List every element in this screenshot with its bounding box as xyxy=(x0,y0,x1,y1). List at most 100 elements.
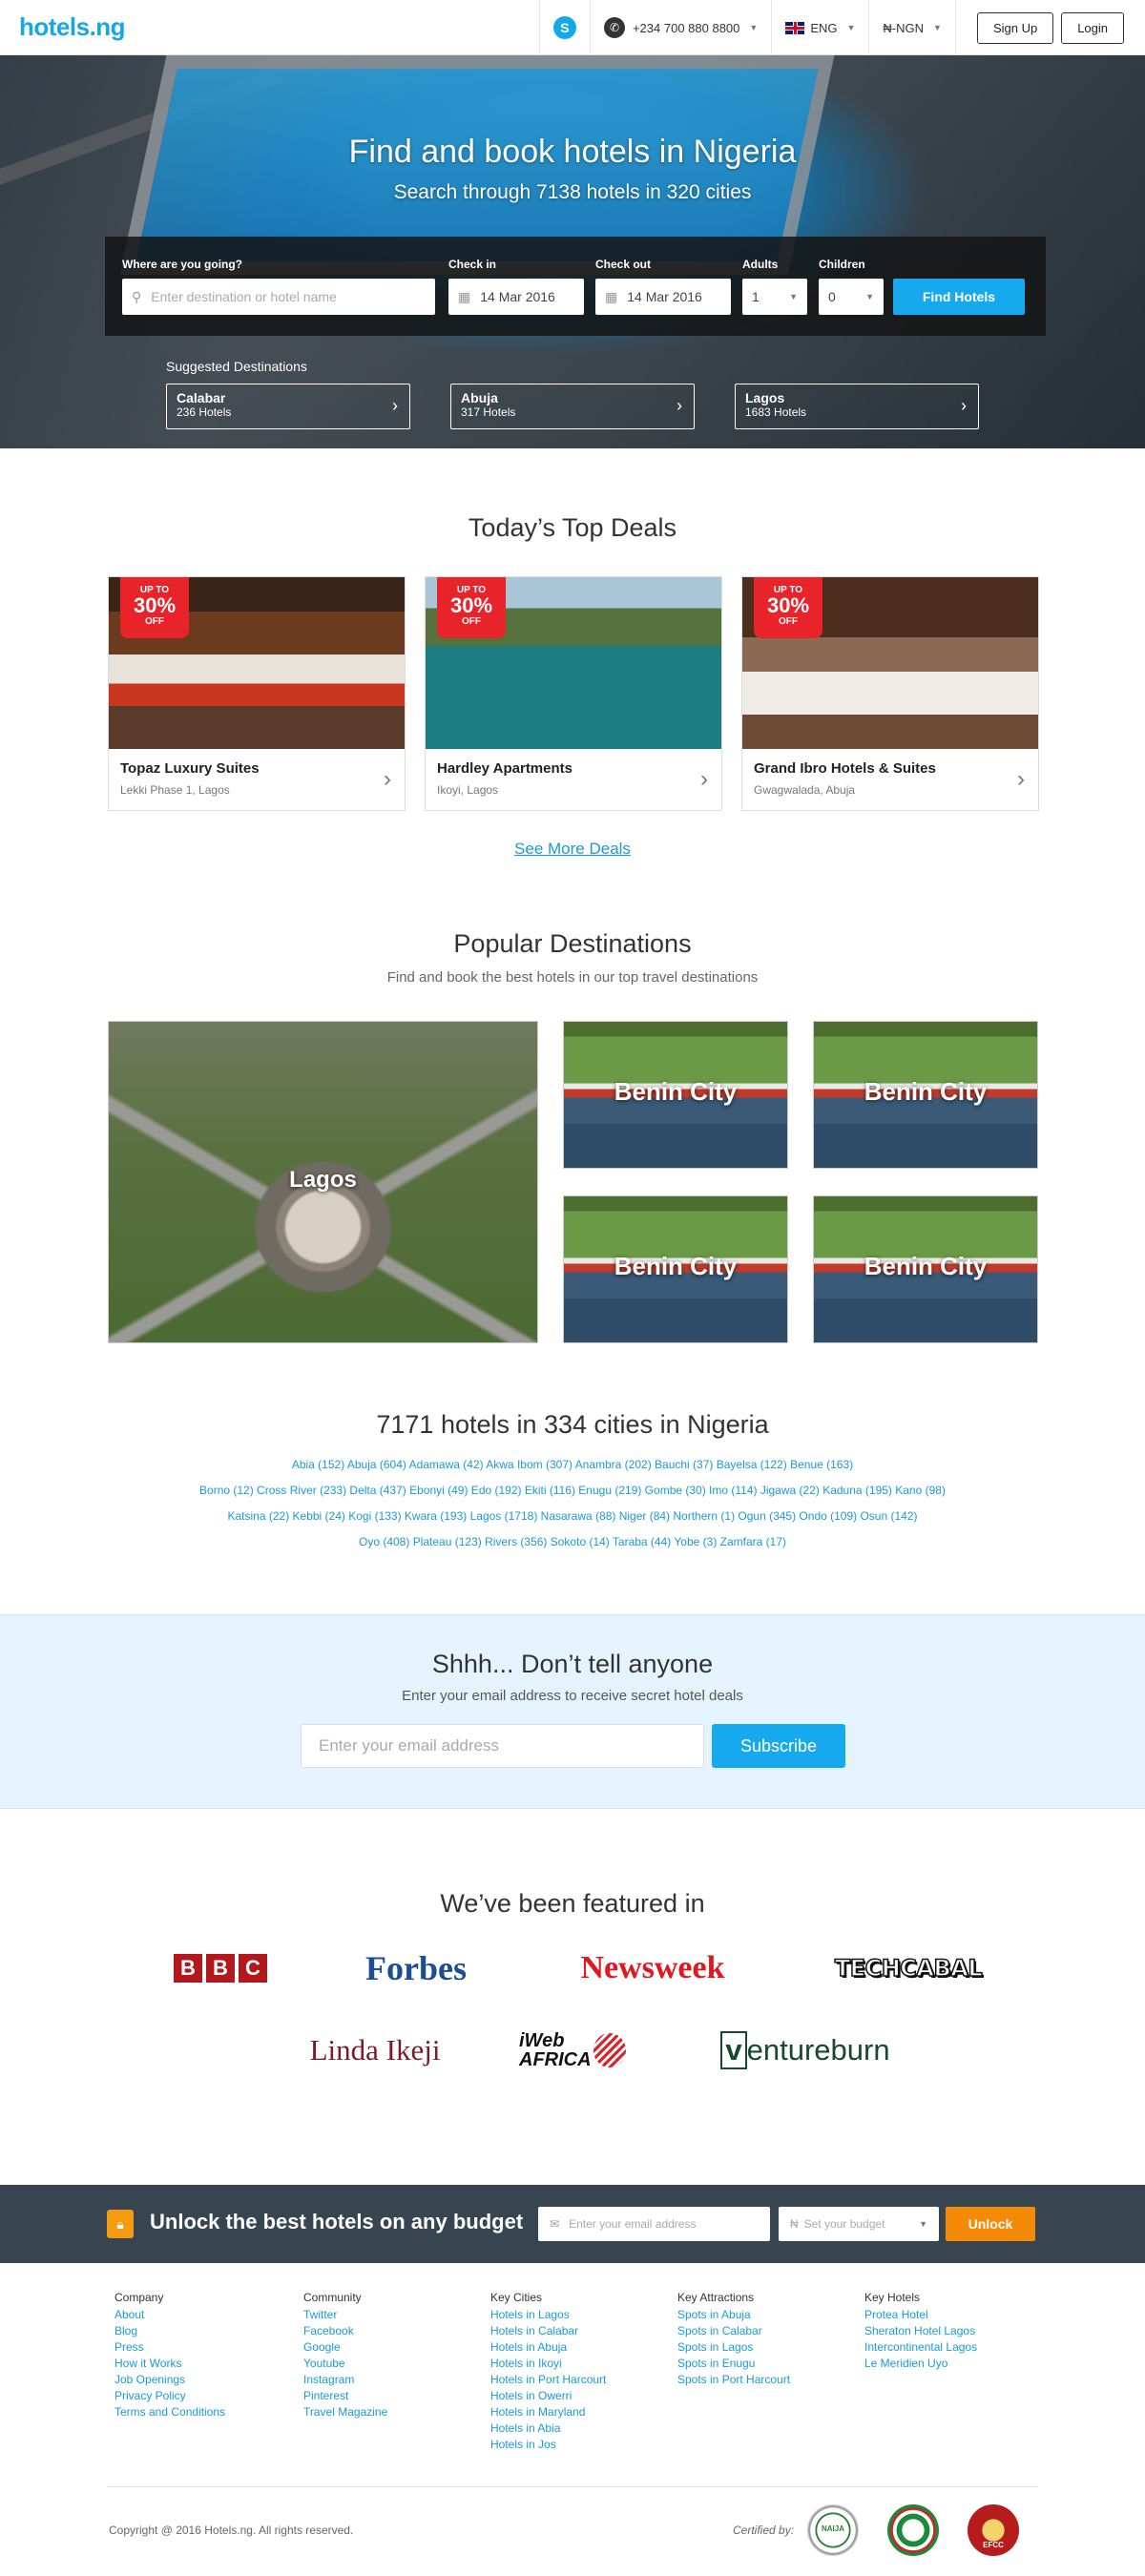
bbc-logo: B B C xyxy=(168,1952,273,1984)
footer-link[interactable]: Hotels in Abia xyxy=(490,2420,606,2437)
deal-hotel-name: Hardley Apartments xyxy=(437,760,572,777)
destination-input[interactable]: ⚲ Enter destination or hotel name xyxy=(122,279,435,315)
chevron-right-icon: › xyxy=(1017,766,1025,792)
see-more-deals-link[interactable]: See More Deals xyxy=(514,840,631,858)
footer-link[interactable]: How it Works xyxy=(114,2356,225,2372)
footer-link[interactable]: Intercontinental Lagos xyxy=(864,2339,977,2356)
checkout-datepicker[interactable]: ▦ 14 Mar 2016 xyxy=(595,279,731,315)
deal-card[interactable]: UP TO 30% OFF Grand Ibro Hotels & Suites… xyxy=(741,576,1039,811)
suggested-destination-calabar[interactable]: Calabar 236 Hotels › xyxy=(166,384,410,429)
techcabal-logo: TECHCABAL xyxy=(834,1954,983,1983)
footer-link[interactable]: Hotels in Ikoyi xyxy=(490,2356,606,2372)
naija-seal-text: NAIJA xyxy=(821,2524,844,2533)
skype-icon: S xyxy=(552,16,576,39)
phone-number: +234 700 880 8800 xyxy=(632,20,740,35)
header-actions: S ✆ +234 700 880 8800 ▼ ENG ▼ ₦-NGN ▼ Si… xyxy=(538,0,1145,55)
currency-dropdown[interactable]: ₦-NGN ▼ xyxy=(868,0,955,55)
checkin-datepicker[interactable]: ▦ 14 Mar 2016 xyxy=(448,279,584,315)
footer-link[interactable]: About xyxy=(114,2307,225,2323)
footer-link[interactable]: Youtube xyxy=(303,2356,387,2372)
footer-link[interactable]: Privacy Policy xyxy=(114,2388,225,2404)
discount-badge: UP TO 30% OFF xyxy=(120,577,189,638)
bbc-letter: C xyxy=(239,1954,267,1983)
footer-column-company: Company About Blog Press How it Works Jo… xyxy=(114,2290,225,2420)
popular-destinations-subtitle: Find and book the best hotels in our top… xyxy=(386,969,759,986)
bbc-letter: B xyxy=(174,1954,202,1983)
ventureburn-logo: v entureburn xyxy=(698,2030,912,2070)
deal-card[interactable]: UP TO 30% OFF Hardley Apartments Ikoyi, … xyxy=(425,576,722,811)
footer-link[interactable]: Hotels in Lagos xyxy=(490,2307,606,2323)
footer-link[interactable]: Job Openings xyxy=(114,2372,225,2388)
children-value: 0 xyxy=(828,289,836,304)
footer-link[interactable]: Hotels in Maryland xyxy=(490,2404,606,2420)
hero-title: Find and book hotels in Nigeria xyxy=(348,134,797,170)
destination-card-benin-city[interactable]: Benin City xyxy=(563,1021,788,1169)
footer-link[interactable]: Twitter xyxy=(303,2307,387,2323)
cities-line[interactable]: Oyo (408) Plateau (123) Rivers (356) Sok… xyxy=(162,1529,983,1555)
chevron-down-icon: ▼ xyxy=(865,292,874,301)
footer-link[interactable]: Hotels in Calabar xyxy=(490,2323,606,2339)
footer-heading: Key Cities xyxy=(490,2291,543,2304)
cities-line[interactable]: Abia (152) Abuja (604) Adamawa (42) Akwa… xyxy=(162,1452,983,1478)
site-header: hotels.ng S ✆ +234 700 880 8800 ▼ ENG ▼ … xyxy=(0,0,1145,55)
naija-seal-icon: NAIJA xyxy=(807,2504,859,2556)
find-hotels-button[interactable]: Find Hotels xyxy=(893,279,1025,315)
children-select[interactable]: 0 ▼ xyxy=(819,279,884,315)
auth-buttons: Sign Up Login xyxy=(954,0,1145,55)
destination-card-benin-city[interactable]: Benin City xyxy=(813,1195,1038,1343)
newsletter-email-input[interactable]: Enter your email address xyxy=(301,1724,704,1768)
footer-link[interactable]: Spots in Calabar xyxy=(677,2323,790,2339)
footer-link[interactable]: Travel Magazine xyxy=(303,2404,387,2420)
ventureburn-word: entureburn xyxy=(746,2033,890,2067)
subscribe-button[interactable]: Subscribe xyxy=(712,1724,845,1768)
deal-card[interactable]: UP TO 30% OFF Topaz Luxury Suites Lekki … xyxy=(108,576,406,811)
unlock-button[interactable]: Unlock xyxy=(946,2207,1035,2241)
location-pin-icon: ⚲ xyxy=(132,288,142,304)
site-logo[interactable]: hotels.ng xyxy=(19,12,126,42)
linda-ikeji-logo: Linda Ikeji xyxy=(309,2033,441,2067)
destination-card-benin-city[interactable]: Benin City xyxy=(563,1195,788,1343)
unlock-email-input[interactable]: ✉ Enter your email address xyxy=(538,2207,770,2241)
language-dropdown[interactable]: ENG ▼ xyxy=(771,0,868,55)
footer-link[interactable]: Instagram xyxy=(303,2372,387,2388)
adults-select[interactable]: 1 ▼ xyxy=(742,279,807,315)
footer-link[interactable]: Press xyxy=(114,2339,225,2356)
featured-title: We’ve been featured in xyxy=(440,1889,705,1918)
footer-link[interactable]: Blog xyxy=(114,2323,225,2339)
efcc-seal-icon: EFCC xyxy=(968,2504,1019,2556)
badge-bottom: OFF xyxy=(462,616,481,627)
coat-of-arms-seal-icon xyxy=(887,2504,939,2556)
footer-link[interactable]: Protea Hotel xyxy=(864,2307,977,2323)
footer-link[interactable]: Hotels in Port Harcourt xyxy=(490,2372,606,2388)
footer-link[interactable]: Hotels in Abuja xyxy=(490,2339,606,2356)
destination-card-lagos[interactable]: Lagos xyxy=(108,1021,538,1343)
footer-link[interactable]: Google xyxy=(303,2339,387,2356)
destination-label: Where are you going? xyxy=(122,258,243,271)
footer-link[interactable]: Le Meridien Uyo xyxy=(864,2356,977,2372)
cities-line[interactable]: Katsina (22) Kebbi (24) Kogi (133) Kwara… xyxy=(162,1504,983,1529)
chevron-down-icon: ▼ xyxy=(749,23,759,32)
destination-card-benin-city[interactable]: Benin City xyxy=(813,1021,1038,1169)
footer-link[interactable]: Pinterest xyxy=(303,2388,387,2404)
phone-dropdown[interactable]: ✆ +234 700 880 8800 ▼ xyxy=(589,0,771,55)
suggested-destination-abuja[interactable]: Abuja 317 Hotels › xyxy=(450,384,695,429)
skype-link[interactable]: S xyxy=(538,0,590,55)
budget-select[interactable]: ₦ Set your budget ▼ xyxy=(779,2207,939,2241)
deal-hotel-name: Topaz Luxury Suites xyxy=(120,760,260,777)
suggested-count: 1683 Hotels xyxy=(745,405,807,419)
footer-link[interactable]: Sheraton Hotel Lagos xyxy=(864,2323,977,2339)
footer-link[interactable]: Spots in Abuja xyxy=(677,2307,790,2323)
footer-link[interactable]: Spots in Lagos xyxy=(677,2339,790,2356)
footer-link[interactable]: Hotels in Owerri xyxy=(490,2388,606,2404)
footer-link[interactable]: Spots in Port Harcourt xyxy=(677,2372,790,2388)
footer-link[interactable]: Spots in Enugu xyxy=(677,2356,790,2372)
footer-link[interactable]: Terms and Conditions xyxy=(114,2404,225,2420)
login-button[interactable]: Login xyxy=(1061,11,1124,44)
cities-line[interactable]: Borno (12) Cross River (233) Delta (437)… xyxy=(162,1478,983,1504)
footer-link[interactable]: Facebook xyxy=(303,2323,387,2339)
footer-link[interactable]: Hotels in Jos xyxy=(490,2437,606,2453)
iweb-word: iWeb xyxy=(519,2030,565,2051)
deal-location: Ikoyi, Lagos xyxy=(437,783,499,797)
signup-button[interactable]: Sign Up xyxy=(976,11,1054,44)
suggested-destination-lagos[interactable]: Lagos 1683 Hotels › xyxy=(735,384,979,429)
